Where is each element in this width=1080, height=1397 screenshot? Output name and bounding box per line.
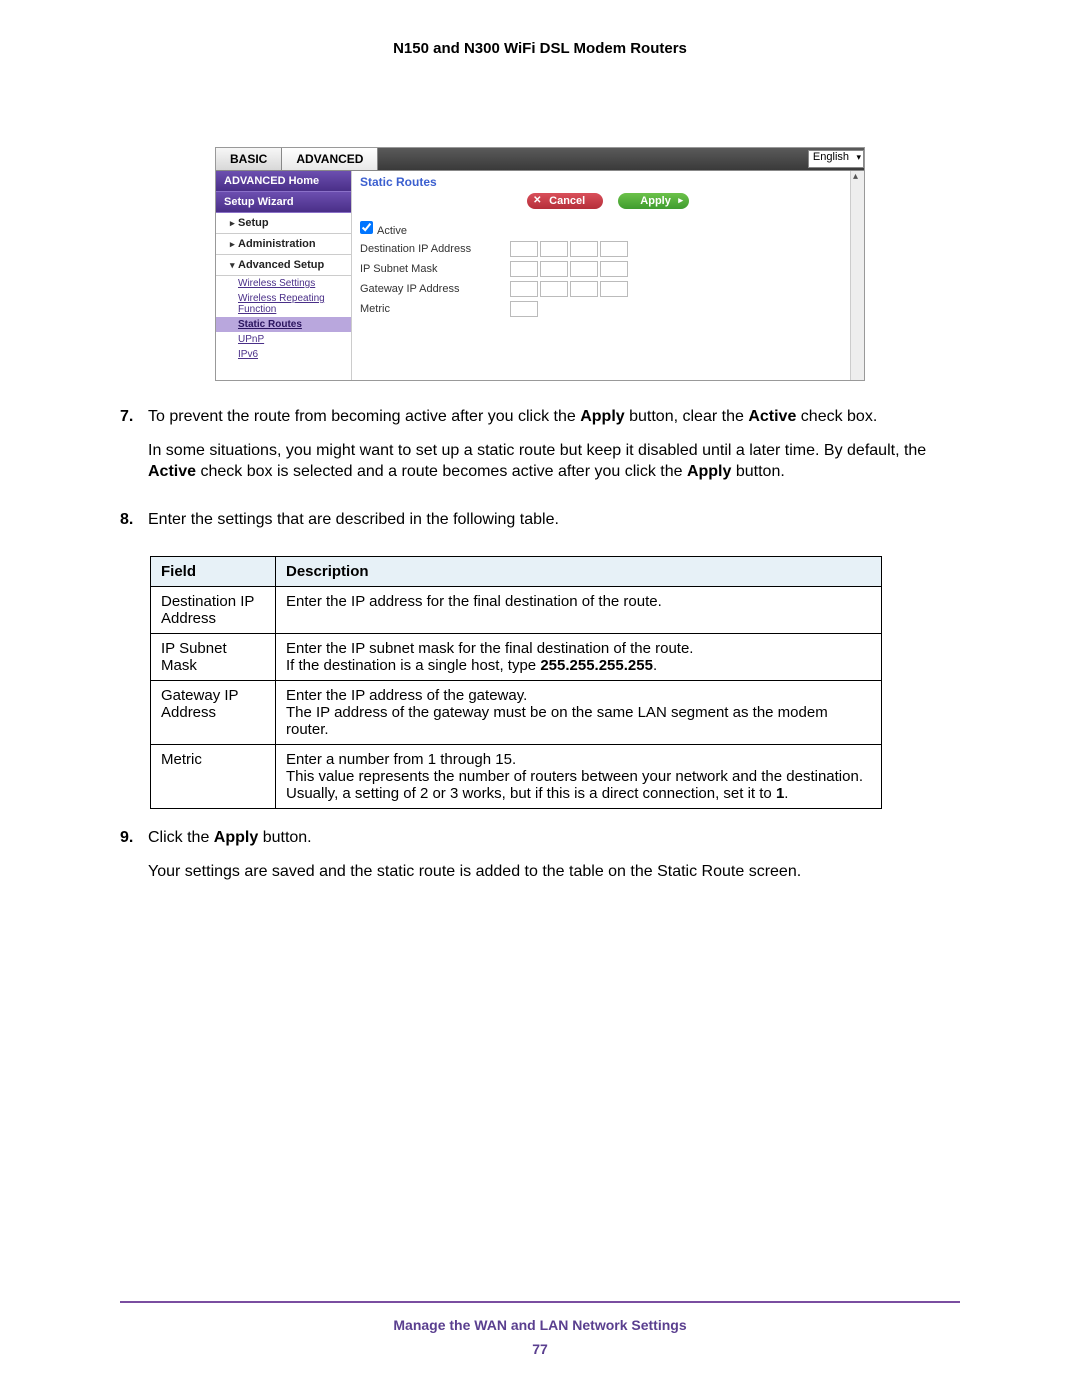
sidebar-item-administration[interactable]: ▸Administration [216,234,351,255]
footer-page-number: 77 [0,1341,1080,1357]
table-row: MetricEnter a number from 1 through 15.T… [151,745,882,809]
cell-description: Enter a number from 1 through 15.This va… [276,745,882,809]
cell-description: Enter the IP address for the final desti… [276,587,882,634]
cell-field: Gateway IP Address [151,681,276,745]
active-checkbox[interactable] [360,221,373,234]
sidebar-item-setup-wizard[interactable]: Setup Wizard [216,192,351,213]
language-select[interactable]: English [808,150,864,168]
sidebar-item-setup[interactable]: ▸Setup [216,213,351,234]
sidebar: ADVANCED Home Setup Wizard ▸Setup ▸Admin… [216,171,351,380]
field-label: IP Subnet Mask [360,263,510,275]
step-number: 7. [120,406,148,495]
step-number: 8. [120,509,148,543]
content-title: Static Routes [360,175,856,189]
cell-description: Enter the IP subnet mask for the final d… [276,634,882,681]
scrollbar[interactable] [850,171,864,380]
text: check box is selected and a route become… [196,463,687,480]
text-bold: Apply [214,829,258,846]
ip-octet-input[interactable] [570,281,598,297]
chevron-down-icon: ▾ [230,260,236,271]
ip-octet-input[interactable] [600,281,628,297]
table-row: Destination IP AddressEnter the IP addre… [151,587,882,634]
cancel-label: Cancel [549,195,585,207]
metric-input[interactable] [510,301,538,317]
cell-field: IP Subnet Mask [151,634,276,681]
text: check box. [796,408,877,425]
step-7: 7. To prevent the route from becoming ac… [120,406,960,495]
th-description: Description [276,557,882,587]
ip-octet-input[interactable] [600,261,628,277]
subnav-upnp[interactable]: UPnP [216,332,351,347]
tab-bar: BASIC ADVANCED English [216,148,864,170]
step-9: 9. Click the Apply button. Your settings… [120,827,960,894]
tab-basic[interactable]: BASIC [216,148,282,170]
table-row: Gateway IP AddressEnter the IP address o… [151,681,882,745]
footer-section: Manage the WAN and LAN Network Settings [0,1317,1080,1333]
ip-octet-input[interactable] [510,261,538,277]
sidebar-label: Advanced Setup [238,259,324,271]
sidebar-label: Administration [238,238,316,250]
ip-octet-input[interactable] [570,241,598,257]
ip-octet-input[interactable] [540,261,568,277]
cell-field: Metric [151,745,276,809]
field-label: Gateway IP Address [360,283,510,295]
text: Click the [148,829,214,846]
ip-octet-input[interactable] [510,241,538,257]
subnav-wireless-settings[interactable]: Wireless Settings [216,276,351,291]
chevron-right-icon: ▸ [230,239,236,250]
ip-octet-input[interactable] [510,281,538,297]
apply-label: Apply [640,195,671,207]
sidebar-label: Setup [238,217,269,229]
apply-button[interactable]: Apply ▸ [618,193,689,209]
cancel-button[interactable]: ✕ Cancel [527,193,603,209]
ip-octet-input[interactable] [540,241,568,257]
text: Enter the settings that are described in… [148,509,960,531]
ip-octet-input[interactable] [540,281,568,297]
subnav-static-routes[interactable]: Static Routes [216,317,351,332]
th-field: Field [151,557,276,587]
settings-table: Field Description Destination IP Address… [150,556,882,809]
sidebar-item-advanced-setup[interactable]: ▾Advanced Setup [216,255,351,276]
text: Your settings are saved and the static r… [148,861,960,883]
text: button. [258,829,311,846]
active-label: Active [377,225,407,237]
field-label: Destination IP Address [360,243,510,255]
chevron-right-icon: ▸ [678,195,683,206]
ip-octet-input[interactable] [570,261,598,277]
table-row: IP Subnet MaskEnter the IP subnet mask f… [151,634,882,681]
tab-advanced[interactable]: ADVANCED [282,148,378,170]
close-icon: ✕ [533,195,541,206]
subnav-ipv6[interactable]: IPv6 [216,347,351,362]
text: button. [731,463,784,480]
text: In some situations, you might want to se… [148,442,926,459]
cell-field: Destination IP Address [151,587,276,634]
chevron-right-icon: ▸ [230,218,236,229]
field-label: Metric [360,303,510,315]
step-number: 9. [120,827,148,894]
text-bold: Active [148,463,196,480]
text-bold: Apply [687,463,731,480]
step-8: 8. Enter the settings that are described… [120,509,960,543]
sidebar-item-advanced-home[interactable]: ADVANCED Home [216,171,351,192]
footer-divider [120,1301,960,1303]
router-ui-screenshot: BASIC ADVANCED English ADVANCED Home Set… [215,147,865,381]
text: button, clear the [625,408,749,425]
doc-title: N150 and N300 WiFi DSL Modem Routers [120,40,960,57]
text-bold: Active [748,408,796,425]
text-bold: Apply [580,408,624,425]
subnav-wireless-repeating[interactable]: Wireless Repeating Function [216,291,351,317]
text: To prevent the route from becoming activ… [148,408,580,425]
ip-octet-input[interactable] [600,241,628,257]
cell-description: Enter the IP address of the gateway.The … [276,681,882,745]
content-panel: Static Routes ✕ Cancel Apply ▸ Active Dest… [351,171,864,380]
